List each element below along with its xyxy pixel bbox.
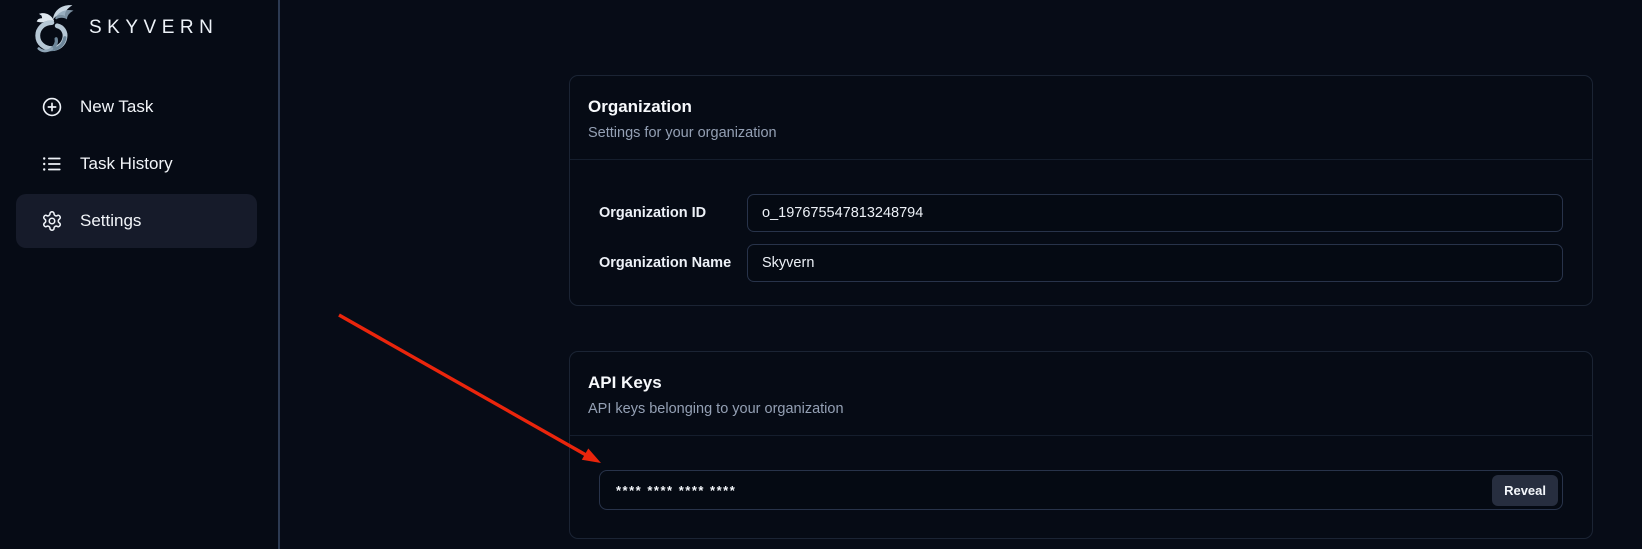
api-keys-card-body: Reveal [570,436,1592,510]
api-keys-card-title: API Keys [588,374,1574,392]
circle-plus-icon [41,96,63,118]
sidebar-nav: New Task Task History Settings [16,80,257,251]
sidebar: SKYVERN New Task Task History Settings [0,0,280,549]
sidebar-item-label: Task History [80,154,173,174]
api-key-field: Reveal [599,470,1563,510]
gear-icon [41,210,63,232]
sidebar-item-label: New Task [80,97,153,117]
sidebar-item-task-history[interactable]: Task History [16,137,257,191]
organization-card: Organization Settings for your organizat… [569,75,1593,306]
dragon-logo-icon [28,2,80,54]
api-keys-card: API Keys API keys belonging to your orga… [569,351,1593,539]
organization-card-subtitle: Settings for your organization [588,125,1574,141]
sidebar-item-new-task[interactable]: New Task [16,80,257,134]
organization-name-label: Organization Name [599,255,731,271]
app-logo[interactable]: SKYVERN [28,1,218,55]
organization-name-row: Organization Name [599,244,1563,282]
organization-id-input[interactable] [747,194,1563,232]
app-name: SKYVERN [89,17,218,39]
sidebar-item-settings[interactable]: Settings [16,194,257,248]
api-key-masked-input[interactable] [600,471,1492,509]
organization-card-header: Organization Settings for your organizat… [570,76,1592,160]
list-icon [41,153,63,175]
organization-id-label: Organization ID [599,205,731,221]
api-keys-card-header: API Keys API keys belonging to your orga… [570,352,1592,436]
organization-id-row: Organization ID [599,194,1563,232]
reveal-button[interactable]: Reveal [1492,475,1558,506]
organization-name-input[interactable] [747,244,1563,282]
api-keys-card-subtitle: API keys belonging to your organization [588,401,1574,417]
organization-card-title: Organization [588,98,1574,116]
organization-card-body: Organization ID Organization Name [570,160,1592,282]
sidebar-item-label: Settings [80,211,141,231]
